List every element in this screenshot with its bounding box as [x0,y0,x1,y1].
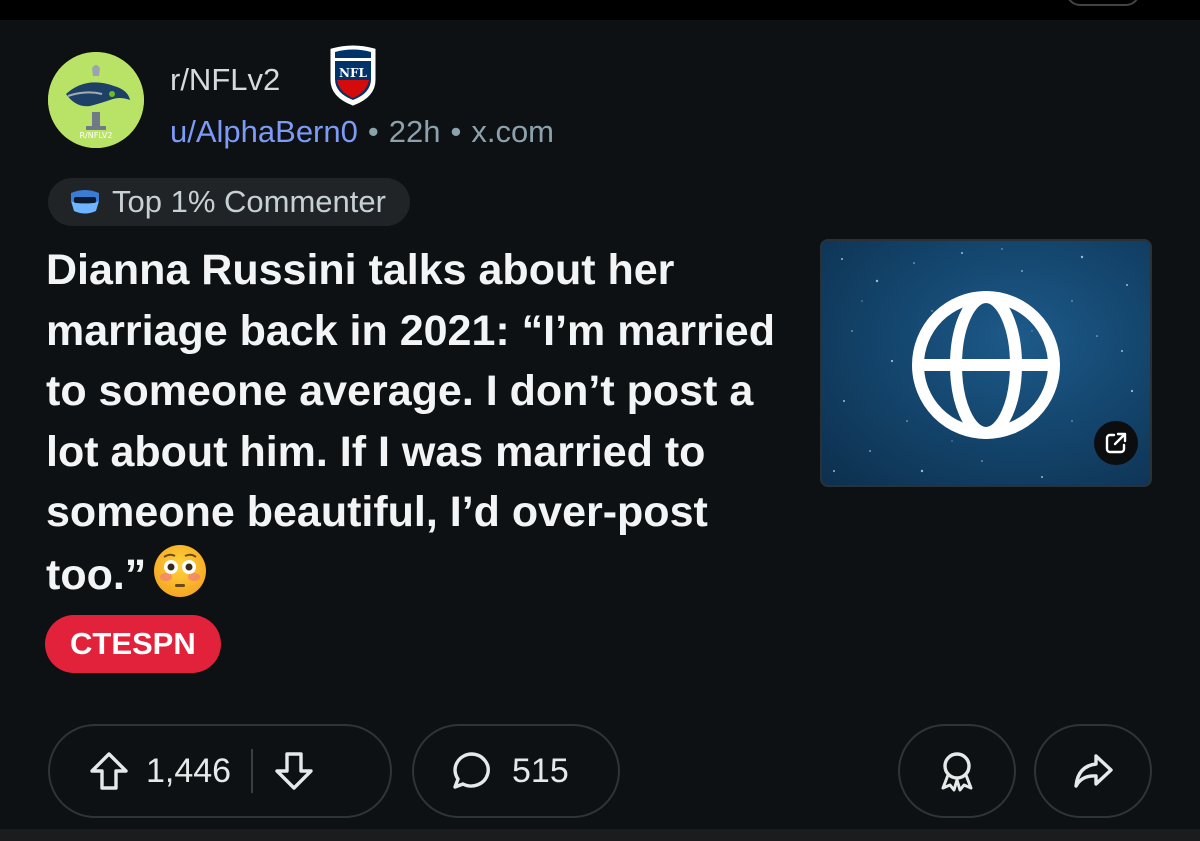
award-icon [941,752,973,792]
vote-control: 1,446 [48,724,392,818]
badge-shield-icon [71,190,99,214]
device-bottom-bar [0,829,1200,841]
meta-separator: • [450,114,462,149]
avatar-logo-text: R/NFLV2 [80,131,113,140]
author-badge[interactable]: Top 1% Commenter [48,178,410,226]
flushed-face-emoji [154,544,207,597]
post-domain[interactable]: x.com [471,114,554,149]
author-link[interactable]: u/AlphaBern0 [170,114,358,149]
comment-icon [453,752,490,789]
meta-separator: • [367,114,379,149]
comment-count: 515 [512,751,569,790]
award-button[interactable] [898,724,1016,818]
post-time: 22h [388,114,441,149]
share-icon [1074,754,1113,788]
share-button[interactable] [1034,724,1152,818]
external-link-icon [1105,432,1127,454]
vote-divider [251,749,254,793]
device-top-bar [0,0,1200,20]
upvote-icon[interactable] [86,748,132,794]
nfl-shield-icon: NFL [330,45,376,106]
link-thumbnail[interactable] [820,239,1152,487]
external-link-button[interactable] [1094,421,1138,465]
downvote-icon[interactable] [271,748,317,794]
post-flair[interactable]: CTESPN [45,615,221,673]
post-meta: u/AlphaBern0 • 22h • x.com [170,114,554,150]
upvote-count: 1,446 [146,751,232,790]
comments-button[interactable]: 515 [412,724,620,818]
post-title[interactable]: Dianna Russini talks about her marriage … [46,240,806,605]
subreddit-avatar[interactable]: R/NFLV2 [48,52,144,148]
globe-icon [912,291,1060,439]
subreddit-name[interactable]: r/NFLv2 [170,62,280,98]
svg-text:NFL: NFL [339,66,367,80]
author-badge-label: Top 1% Commenter [112,184,386,219]
